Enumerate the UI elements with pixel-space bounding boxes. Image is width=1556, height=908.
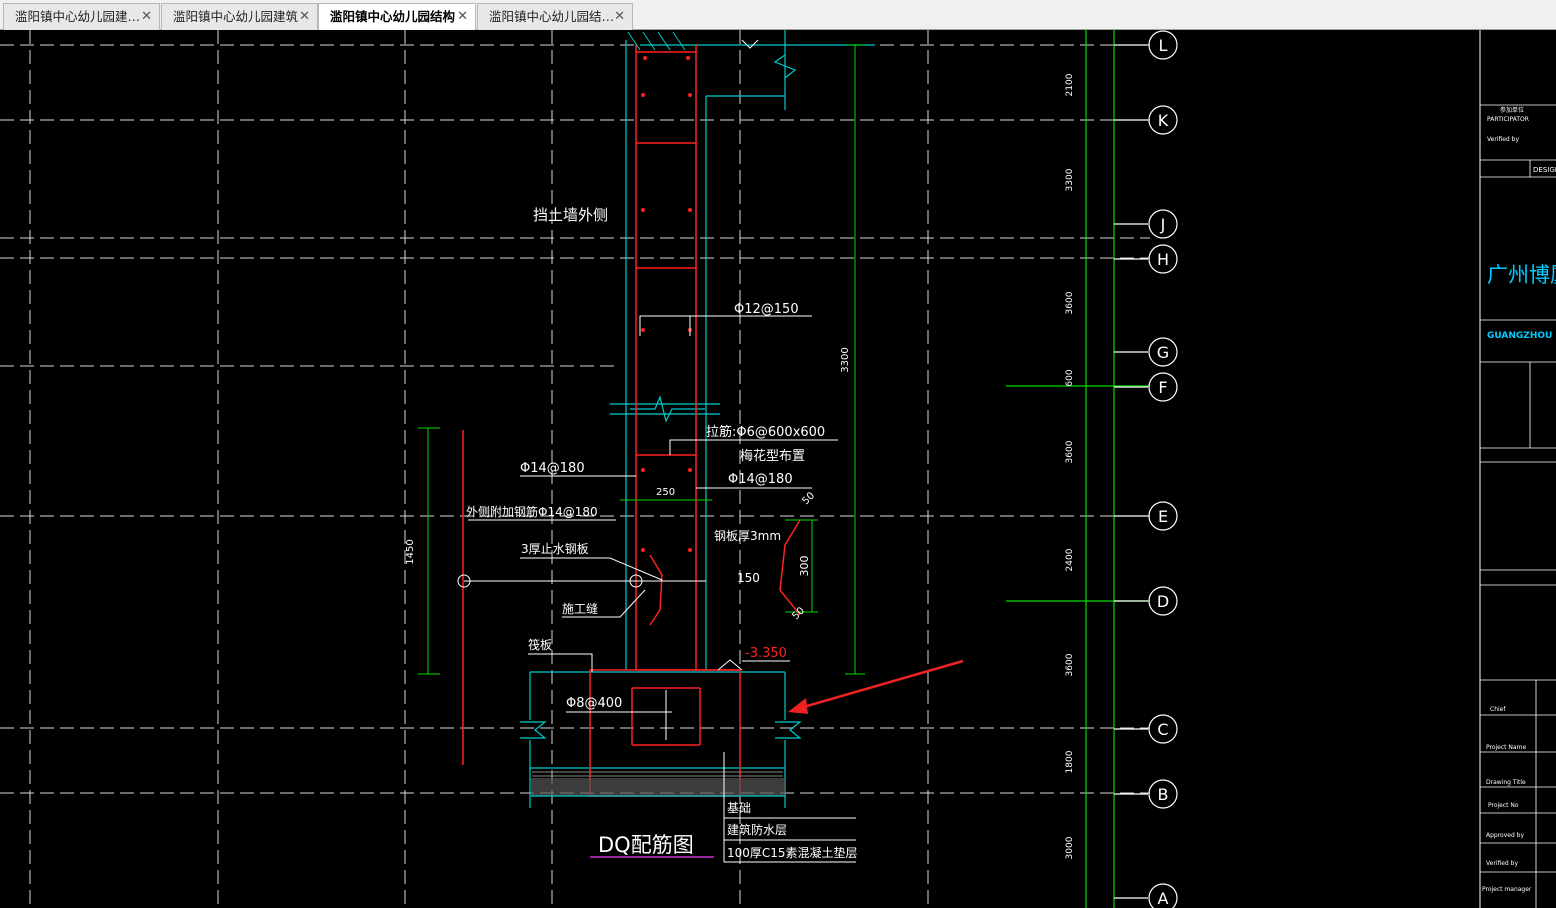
axis-dimension-chain <box>1006 30 1150 908</box>
axis-label: A <box>1158 889 1169 908</box>
document-tab-bar: 滥阳镇中心幼儿园建… ✕ 滥阳镇中心幼儿园建筑 ✕ 滥阳镇中心幼儿园结构 ✕ 滥… <box>0 0 1556 30</box>
participator-en: PARTICIPATOR <box>1487 116 1529 123</box>
steel-plate-label: 钢板厚3mm <box>714 529 781 543</box>
tab-drawing-1[interactable]: 滥阳镇中心幼儿园建… ✕ <box>3 3 160 30</box>
axis-bubbles <box>1114 30 1178 908</box>
tab-label: 滥阳镇中心幼儿园建筑 <box>173 9 299 24</box>
axis-label: E <box>1158 507 1168 526</box>
spacing-label: 1800 <box>1065 750 1075 773</box>
axis-label: C <box>1157 720 1168 739</box>
spacing-label: 3600 <box>1065 440 1075 463</box>
layer-label-cushion: 100厚C15素混凝土垫层 <box>727 845 858 860</box>
close-icon[interactable]: ✕ <box>614 4 625 30</box>
tie-bar-layout-label: 梅花型布置 <box>740 448 805 464</box>
axis-spacing-labels: 2100 3300 3600 600 3600 2400 3600 1800 3… <box>1065 73 1075 859</box>
design-label: DESIGN <box>1533 166 1556 174</box>
tab-drawing-2[interactable]: 滥阳镇中心幼儿园建筑 ✕ <box>161 3 318 30</box>
extra-rebar-label: 外侧附加钢筋Φ14@180 <box>466 504 598 519</box>
layer-label-foundation: 基础 <box>727 801 751 815</box>
red-arrow-annotation <box>788 659 964 714</box>
axis-labels: L K J H G F E D C B A <box>1157 36 1169 908</box>
wall-outside-label: 挡土墙外侧 <box>533 206 608 224</box>
axis-label: H <box>1157 250 1169 269</box>
drawing-title-label: Drawing Title <box>1486 779 1526 786</box>
raft-label: 筏板 <box>528 638 552 652</box>
tab-drawing-3-active[interactable]: 滥阳镇中心幼儿园结构 ✕ <box>318 3 476 30</box>
dim-50-top: 50 <box>800 490 817 507</box>
spacing-label: 3000 <box>1065 836 1075 859</box>
title-block: 参加单位 PARTICIPATOR Verified by DESIGN Chi… <box>1479 30 1556 908</box>
rebar-vertical-label: Φ12@150 <box>734 302 799 317</box>
spacing-label: 600 <box>1065 369 1075 386</box>
rebar-left-label: Φ14@180 <box>520 461 585 476</box>
tab-drawing-4[interactable]: 滥阳镇中心幼儿园结… ✕ <box>477 3 633 30</box>
spacing-label: 3600 <box>1065 291 1075 314</box>
dim-150: 150 <box>737 571 760 585</box>
rebar-right-label: Φ14@180 <box>728 472 793 487</box>
layer-label-waterproof: 建筑防水层 <box>727 822 787 837</box>
axis-label: G <box>1157 343 1169 362</box>
drawing-title: DQ配筋图 <box>598 833 694 857</box>
drawing-annotations: 挡土墙外侧 Φ12@150 拉筋:Φ6@600x600 梅花型布置 Φ14@18… <box>405 206 858 860</box>
axis-label: B <box>1158 785 1169 804</box>
tab-label: 滥阳镇中心幼儿园建… <box>15 9 141 24</box>
project-no-label: Project No <box>1488 802 1519 809</box>
axis-label: J <box>1160 215 1166 234</box>
axis-label: F <box>1158 378 1167 397</box>
raft-rebar-label: Φ8@400 <box>566 696 622 711</box>
spacing-label: 3300 <box>1065 168 1075 191</box>
close-icon[interactable]: ✕ <box>299 4 310 30</box>
dim-1450: 1450 <box>405 539 416 564</box>
retaining-wall-section <box>462 30 875 808</box>
spacing-label: 3600 <box>1065 653 1075 676</box>
cad-drawing-canvas[interactable]: 2100 3300 3600 600 3600 2400 3600 1800 3… <box>0 30 1556 908</box>
project-manager-label: Project manager <box>1482 886 1532 893</box>
spacing-label: 2100 <box>1065 73 1075 96</box>
waterstop-label: 3厚止水钢板 <box>521 542 589 556</box>
close-icon[interactable]: ✕ <box>457 4 468 30</box>
project-name-label: Project Name <box>1486 744 1526 751</box>
dim-300: 300 <box>798 556 811 577</box>
elevation-label: -3.350 <box>745 646 787 661</box>
verified-by-top: Verified by <box>1487 136 1519 143</box>
axis-label: L <box>1159 36 1168 55</box>
verified-by-label: Verified by <box>1486 860 1518 867</box>
participator-label: 参加单位 <box>1500 106 1524 114</box>
wall-thickness-dim: 250 <box>656 487 675 498</box>
company-name-en: GUANGZHOU BOSH <box>1487 331 1556 341</box>
close-icon[interactable]: ✕ <box>141 4 152 30</box>
axis-label: D <box>1157 592 1169 611</box>
spacing-label: 2400 <box>1065 548 1075 571</box>
chief-label: Chief <box>1490 706 1506 713</box>
construction-joint-label: 施工缝 <box>562 601 598 616</box>
tab-label: 滥阳镇中心幼儿园结构 <box>330 9 456 24</box>
company-name: 广州博厦 <box>1487 263 1556 287</box>
dim-3300: 3300 <box>840 347 851 372</box>
tie-bar-label: 拉筋:Φ6@600x600 <box>706 424 825 440</box>
tab-label: 滥阳镇中心幼儿园结… <box>489 9 615 24</box>
axis-label: K <box>1158 111 1169 130</box>
approved-by-label: Approved by <box>1486 832 1524 839</box>
dim-50-bottom: 50 <box>790 605 807 622</box>
